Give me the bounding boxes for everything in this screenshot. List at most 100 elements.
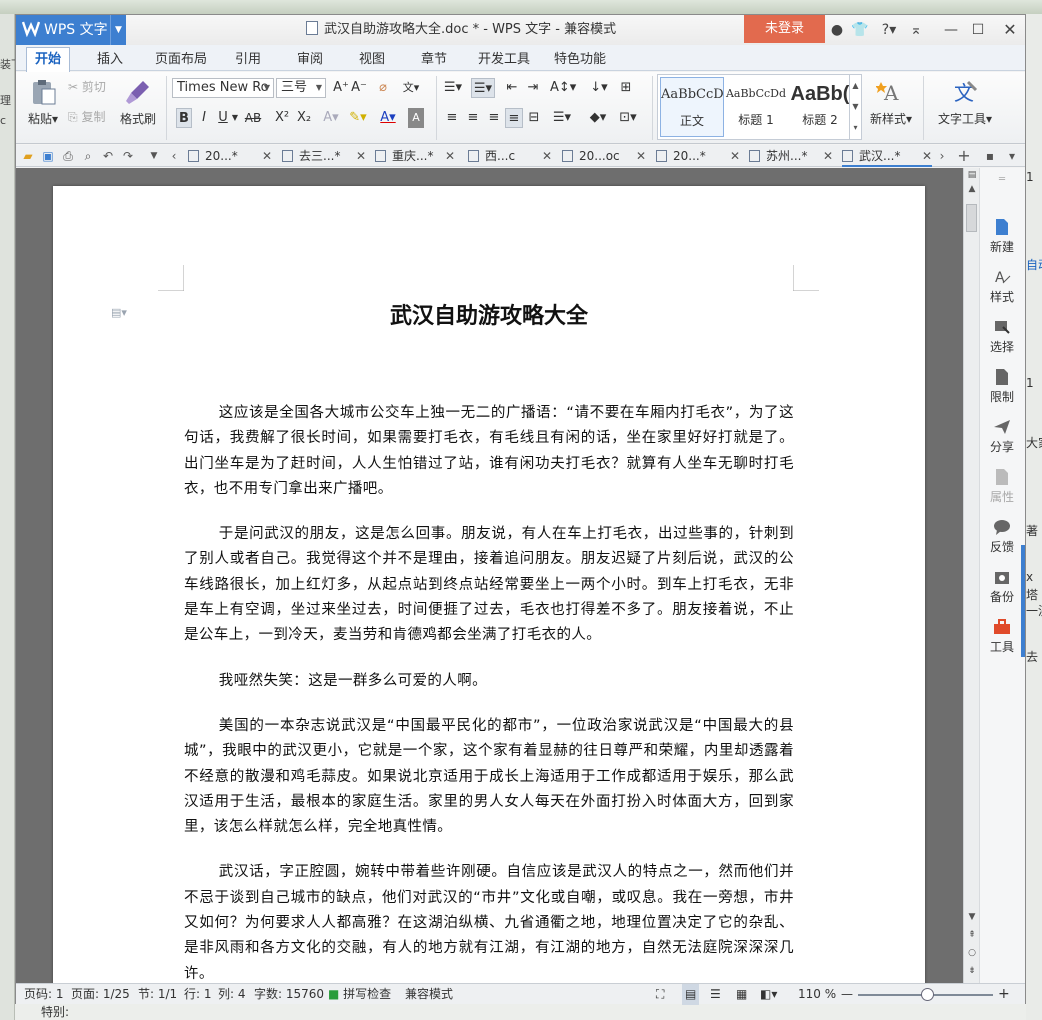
tab-insert[interactable]: 插入 — [90, 48, 130, 71]
scroll-up-icon[interactable]: ▲ — [964, 184, 980, 194]
strikethrough-button[interactable]: AB — [242, 108, 264, 128]
sidebar-item-styles[interactable]: A 样式 — [980, 268, 1024, 305]
text-effect-icon[interactable]: A▾ — [320, 108, 342, 128]
ruler-toggle-icon[interactable]: ▤ — [964, 170, 980, 180]
sidebar-item-restrict[interactable]: 限制 — [980, 368, 1024, 405]
doc-tab[interactable]: 重庆...* ✕ — [375, 145, 455, 167]
body-paragraph[interactable]: 武汉话，字正腔圆，婉转中带着些许刚硬。自信应该是武汉人的特点之一，然而他们并不忌… — [184, 860, 794, 983]
zoom-slider-knob[interactable] — [921, 988, 935, 1001]
sidebar-item-feedback[interactable]: 反馈 — [980, 518, 1024, 555]
grow-font-icon[interactable]: A⁺ — [332, 78, 350, 98]
save-icon[interactable]: ▣ — [40, 148, 56, 164]
tab-review[interactable]: 审阅 — [290, 48, 330, 71]
align-center-icon[interactable]: ≡ — [465, 108, 481, 128]
doc-tab-active[interactable]: 武汉...* ✕ — [842, 145, 932, 167]
help-icon[interactable]: ?▾ — [874, 19, 904, 41]
superscript-button[interactable]: X² — [272, 108, 292, 128]
body-paragraph[interactable]: 于是问武汉的朋友，这是怎么回事。朋友说，有人在车上打毛衣，出过些事的，针刺到了别… — [184, 522, 794, 648]
tab-home[interactable]: 开始 — [26, 47, 70, 72]
close-tab-icon[interactable]: ✕ — [636, 145, 646, 167]
paragraph-shading-icon[interactable]: ◆▾ — [586, 108, 610, 128]
close-tab-icon[interactable]: ✕ — [445, 145, 455, 167]
print-icon[interactable]: ⎙ — [60, 148, 76, 164]
phonetic-icon[interactable]: 文▾ — [398, 78, 424, 98]
new-tab-icon[interactable]: + — [956, 148, 972, 164]
zoom-value[interactable]: 110 % — [798, 984, 836, 1005]
tab-features[interactable]: 特色功能 — [550, 48, 610, 71]
chevron-down-icon[interactable]: ▼ — [110, 15, 126, 45]
close-tab-icon[interactable]: ✕ — [922, 145, 932, 167]
chevron-down-icon[interactable]: ▼ — [231, 108, 239, 128]
status-word-count[interactable]: 字数: 15760 — [254, 984, 324, 1005]
styles-scroll[interactable]: ▲ ▼ ▾ — [849, 75, 861, 139]
page-view-icon[interactable]: ▤ — [682, 984, 700, 1005]
paste-button[interactable]: 粘贴▾ — [22, 78, 64, 127]
tab-chapter[interactable]: 章节 — [414, 48, 454, 71]
zoom-in-icon[interactable]: + — [998, 984, 1010, 1005]
subscript-button[interactable]: X₂ — [294, 108, 314, 128]
tabs-prev-icon[interactable]: ‹ — [166, 148, 182, 164]
justify-icon[interactable]: ≡ — [505, 108, 523, 128]
char-shading-icon[interactable]: A — [408, 108, 424, 128]
border-icon[interactable]: ⊡▾ — [616, 108, 640, 128]
sidebar-item-tools[interactable]: 工具 — [980, 618, 1024, 655]
sidebar-item-backup[interactable]: 备份 — [980, 568, 1024, 605]
style-heading-1[interactable]: AaBbCcDd 标题 1 — [724, 77, 788, 137]
font-color-icon[interactable]: A▾ — [376, 108, 400, 128]
tab-references[interactable]: 引用 — [228, 48, 268, 71]
new-style-button[interactable]: A 新样式▾ — [866, 78, 916, 127]
sidebar-collapse-icon[interactable]: ═ — [980, 174, 1024, 188]
outline-view-icon[interactable]: ☰ — [710, 984, 721, 1005]
undo-icon[interactable]: ↶ — [100, 148, 116, 164]
vertical-scrollbar[interactable]: ▤ ▲ ▼ ⇞ ○ ⇟ — [963, 168, 979, 983]
bullet-list-icon[interactable]: ☰▾ — [441, 78, 465, 98]
doc-tab[interactable]: 20...* ✕ — [188, 145, 272, 167]
distribute-icon[interactable]: ⊟ — [526, 108, 542, 128]
web-view-icon[interactable]: ▦ — [736, 984, 747, 1005]
close-icon[interactable]: ✕ — [999, 19, 1021, 41]
text-direction-icon[interactable]: A↕▾ — [550, 78, 576, 98]
body-paragraph[interactable]: 美国的一本杂志说武汉是“中国最平民化的都市”，一位政治家说武汉是“中国最大的县城… — [184, 714, 794, 840]
doc-tab[interactable]: 20...* ✕ — [656, 145, 740, 167]
tab-menu-icon[interactable]: ▾ — [1004, 148, 1020, 164]
bold-button[interactable]: B — [176, 108, 192, 128]
spell-check-toggle[interactable]: ■ 拼写检查 — [328, 984, 391, 1005]
minimize-icon[interactable]: — — [940, 19, 962, 41]
shirt-icon[interactable]: 👕 — [849, 19, 871, 41]
align-left-icon[interactable]: ≡ — [444, 108, 460, 128]
font-size-select[interactable]: 三号 ▼ — [276, 78, 326, 98]
increase-indent-icon[interactable]: ⇥ — [524, 78, 542, 98]
underline-button[interactable]: U — [216, 108, 230, 128]
document-body[interactable]: 这应该是全国各大城市公交车上独一无二的广播语：“请不要在车厢内打毛衣”，为了这句… — [184, 401, 794, 983]
body-paragraph[interactable]: 我哑然失笑：这是一群多么可爱的人啊。 — [184, 669, 794, 694]
skin-icon[interactable]: ● — [826, 19, 848, 41]
login-button[interactable]: 未登录 — [744, 15, 825, 43]
doc-tab[interactable]: 苏州...* ✕ — [749, 145, 833, 167]
align-right-icon[interactable]: ≡ — [486, 108, 502, 128]
next-page-icon[interactable]: ⇟ — [964, 966, 980, 976]
clear-format-icon[interactable]: ⌀ — [374, 78, 392, 98]
highlight-icon[interactable]: ✎▾ — [346, 108, 370, 128]
body-paragraph[interactable]: 这应该是全国各大城市公交车上独一无二的广播语：“请不要在车厢内打毛衣”，为了这句… — [184, 401, 794, 502]
italic-button[interactable]: I — [196, 108, 212, 128]
sidebar-item-new[interactable]: 新建 — [980, 218, 1024, 255]
sidebar-item-select[interactable]: 选择 — [980, 318, 1024, 355]
decrease-indent-icon[interactable]: ⇤ — [503, 78, 521, 98]
sidebar-item-properties[interactable]: 属性 — [980, 468, 1024, 505]
cut-button[interactable]: ✂ 剪切 — [68, 78, 106, 95]
tab-view[interactable]: 视图 — [352, 48, 392, 71]
sidebar-item-share[interactable]: 分享 — [980, 418, 1024, 455]
fullscreen-icon[interactable]: ⛶ — [656, 984, 664, 1005]
document-title[interactable]: 武汉自助游攻略大全 — [53, 298, 925, 330]
chevron-down-icon[interactable]: ▼ — [146, 148, 162, 164]
scroll-down-icon[interactable]: ▼ — [964, 912, 980, 922]
shrink-font-icon[interactable]: A⁻ — [350, 78, 368, 98]
style-normal[interactable]: AaBbCcD 正文 — [660, 77, 724, 137]
format-painter-button[interactable]: 格式刷 — [116, 78, 160, 127]
print-preview-icon[interactable]: ⌕ — [80, 148, 96, 164]
tab-list-icon[interactable]: ▪ — [982, 148, 998, 164]
numbered-list-icon[interactable]: ☰▾ — [471, 78, 495, 98]
close-tab-icon[interactable]: ✕ — [262, 145, 272, 167]
font-name-select[interactable]: Times New Ro ▼ — [172, 78, 274, 98]
tabs-next-icon[interactable]: › — [934, 148, 950, 164]
